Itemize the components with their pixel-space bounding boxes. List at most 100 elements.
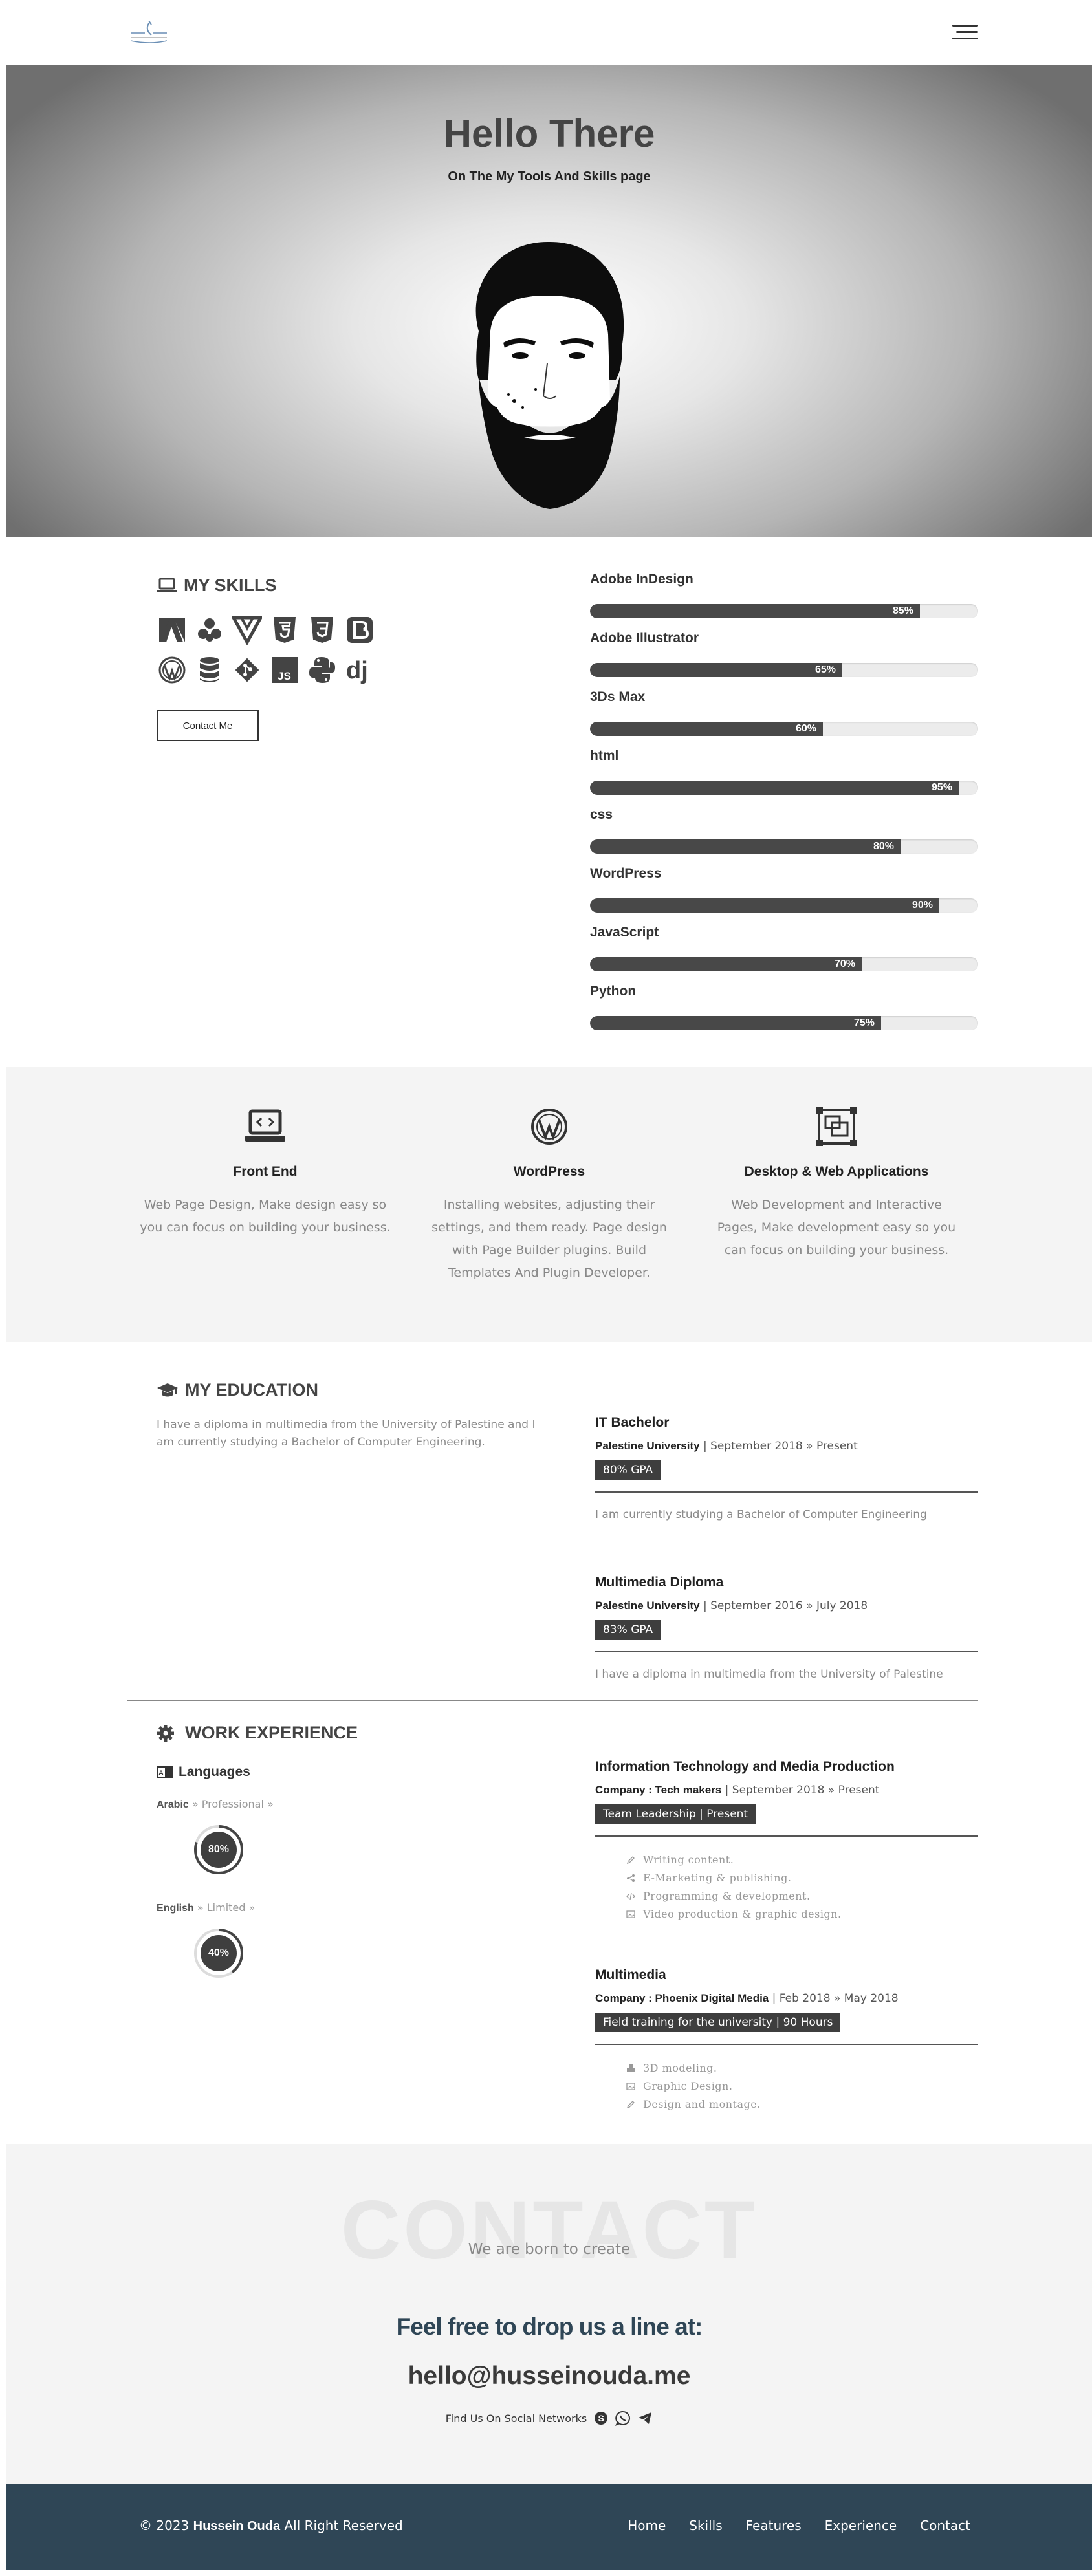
progress-bar: 95% [590, 781, 978, 795]
progress-bar: 90% [590, 898, 978, 913]
job-dates: | September 2018 » Present [721, 1784, 880, 1797]
languages-heading-text: Languages [179, 1764, 250, 1779]
work-heading-text: WORK EXPERIENCE [185, 1723, 358, 1742]
progress-fill: 90% [590, 898, 939, 913]
progress-percent: 70% [834, 958, 855, 969]
cog-icon [157, 1724, 174, 1742]
list-item: Video production & graphic design. [626, 1905, 978, 1923]
social-row: Find Us On Social Networks S [6, 2410, 1092, 2426]
skill-label: 3Ds Max [590, 689, 646, 704]
skill-bar-item: css 80% [590, 807, 978, 866]
contact-bg-word: CONTACT [340, 2184, 758, 2277]
footer-link-skills[interactable]: Skills [689, 2518, 722, 2533]
job-title: Multimedia [595, 1967, 666, 1982]
progress-fill: 85% [590, 604, 920, 618]
language-percent: 80% [201, 1832, 237, 1868]
contact-email-link[interactable]: hello@husseinouda.me [6, 2362, 1092, 2390]
progress-bar: 85% [590, 604, 978, 618]
skype-icon[interactable]: S [593, 2410, 609, 2426]
wordpress-icon [157, 655, 188, 686]
python-icon [307, 655, 338, 686]
footer-link-contact[interactable]: Contact [920, 2518, 970, 2533]
progress-percent: 60% [795, 723, 816, 734]
skill-bars: Adobe InDesign 85% Adobe Illustrator 65% 3Ds… [590, 572, 978, 1043]
contact-headline: Feel free to drop us a line at: [396, 2313, 703, 2340]
gpa-badge: 80% GPA [595, 1460, 661, 1480]
social-label: Find Us On Social Networks [445, 2412, 587, 2425]
entry-divider [595, 2044, 978, 2045]
task-text: Writing content. [643, 1854, 734, 1866]
job-entry: Multimedia Company : Phoenix Digital Med… [595, 1967, 978, 2114]
skills-heading-text: MY SKILLS [184, 576, 277, 595]
skill-label: css [590, 807, 613, 822]
svg-text:A: A [158, 1770, 164, 1777]
job-task-list: 3D modeling. Graphic Design. Design and … [595, 2059, 978, 2114]
job-company: Company : Phoenix Digital Media [595, 1992, 769, 2004]
progress-fill: 75% [590, 1016, 881, 1030]
task-text: 3D modeling. [643, 2062, 717, 2074]
service-title: Desktop & Web Applications [744, 1164, 929, 1179]
education-heading-text: MY EDUCATION [185, 1380, 319, 1400]
dropbox-icon [194, 614, 225, 645]
progress-bar: 65% [590, 663, 978, 677]
skill-label: Adobe Illustrator [590, 631, 699, 645]
list-item: Graphic Design. [626, 2077, 978, 2095]
skill-bar-item: WordPress 90% [590, 866, 978, 925]
footer-link-experience[interactable]: Experience [825, 2518, 897, 2533]
progress-percent: 75% [853, 1017, 875, 1028]
job-badge: Team Leadership | Present [595, 1804, 756, 1824]
html5-icon [269, 614, 300, 645]
object-group-icon [816, 1107, 857, 1146]
entry-divider [595, 1835, 978, 1837]
contact-me-button[interactable]: Contact Me [157, 710, 259, 741]
svg-text:JS: JS [278, 670, 291, 682]
skill-label: html [590, 748, 619, 763]
language-percent: 40% [201, 1935, 237, 1971]
hamburger-icon[interactable] [952, 25, 978, 41]
progress-percent: 65% [814, 664, 836, 675]
entry-org: Palestine University [595, 1440, 700, 1452]
laptop-icon [157, 578, 177, 592]
task-text: E-Marketing & publishing. [643, 1872, 792, 1884]
progress-bar: 60% [590, 722, 978, 736]
footer-link-features[interactable]: Features [746, 2518, 802, 2533]
list-item: Programming & development. [626, 1887, 978, 1905]
language-english-ring: 40% [193, 1927, 245, 1979]
bootstrap-icon [344, 614, 375, 645]
image-icon [626, 1910, 635, 1918]
job-task-list: Writing content. E-Marketing & publishin… [595, 1851, 978, 1923]
skill-bar-item: Python 75% [590, 984, 978, 1043]
js-icon: JS [269, 655, 300, 686]
languages-heading: A Languages [157, 1764, 250, 1780]
telegram-icon[interactable] [637, 2410, 653, 2426]
cubes-icon [627, 2064, 635, 2072]
django-icon: dj [344, 655, 375, 686]
tech-icon-grid: JS dj [157, 614, 382, 686]
skill-label: WordPress [590, 866, 662, 881]
service-wordpress: WordPress Installing websites, adjusting… [423, 1107, 675, 1284]
hamburger-line [952, 25, 978, 27]
entry-title: Multimedia Diploma [595, 1575, 724, 1590]
footer-link-home[interactable]: Home [628, 2518, 666, 2533]
skill-bar-item: Adobe Illustrator 65% [590, 631, 978, 689]
task-text: Graphic Design. [643, 2080, 733, 2092]
progress-fill: 60% [590, 722, 823, 736]
copyright-suffix: All Right Reserved [280, 2518, 403, 2533]
service-title: WordPress [513, 1164, 585, 1179]
skill-label: Python [590, 984, 637, 999]
share-icon [627, 1874, 635, 1882]
task-text: Programming & development. [643, 1890, 811, 1902]
language-level: » Professional » [188, 1798, 274, 1810]
image-icon [626, 2083, 635, 2090]
service-front-end: Front End Web Page Design, Make design e… [139, 1107, 391, 1239]
laptop-code-icon [245, 1109, 285, 1142]
skill-bar-item: 3Ds Max 60% [590, 689, 978, 748]
list-item: Design and montage. [626, 2095, 978, 2114]
svg-text:dj: dj [346, 657, 368, 684]
logo-icon[interactable] [127, 19, 172, 45]
entry-meta: Palestine University | September 2016 » … [595, 1599, 978, 1612]
whatsapp-icon[interactable] [615, 2410, 631, 2426]
job-title: Information Technology and Media Product… [595, 1759, 895, 1774]
graduation-cap-icon [157, 1383, 178, 1396]
copyright-prefix: © 2023 [139, 2518, 193, 2533]
